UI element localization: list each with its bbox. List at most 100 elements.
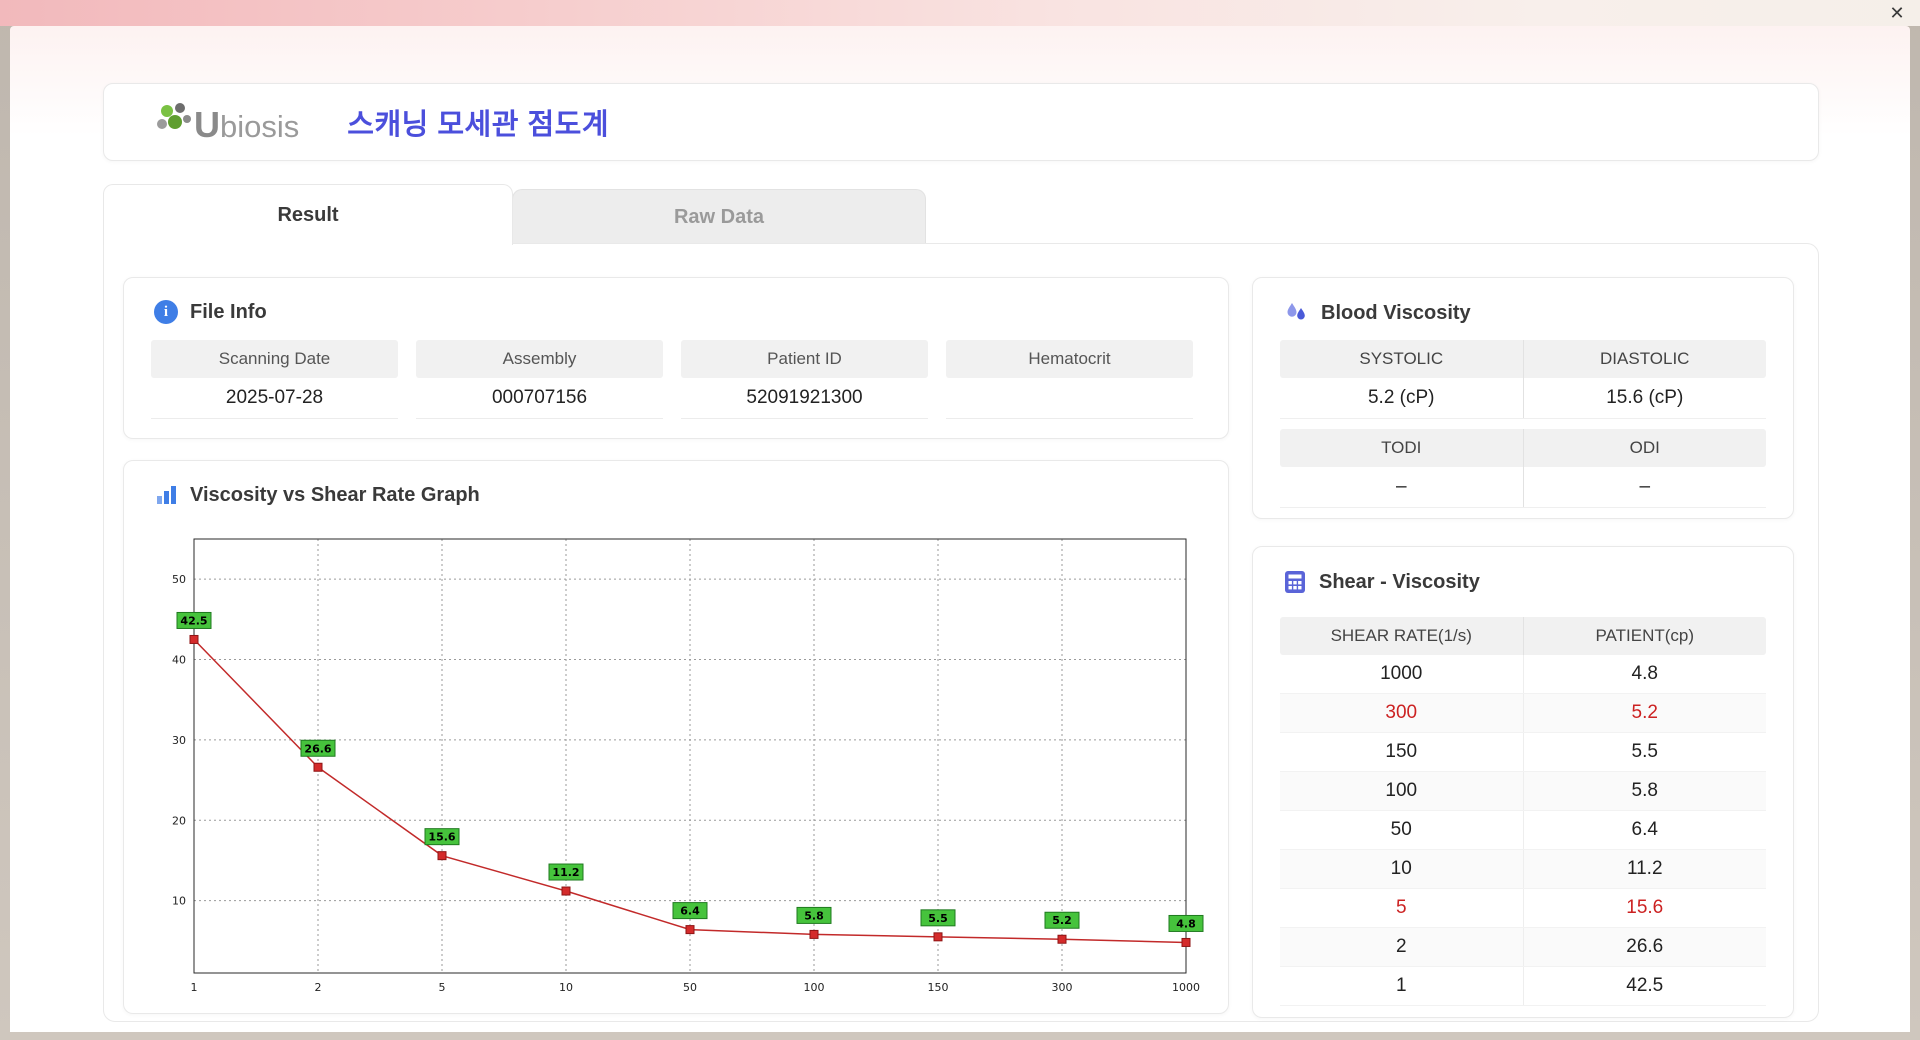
table-row: 10 11.2 [1280, 850, 1766, 889]
graph-title: Viscosity vs Shear Rate Graph [190, 483, 480, 506]
field-value: 000707156 [416, 378, 663, 419]
field-label: Assembly [416, 340, 663, 378]
bv-header-row: TODI ODI [1280, 429, 1766, 467]
svg-text:150: 150 [928, 981, 949, 994]
tab-result[interactable]: Result [103, 184, 513, 245]
cell-patient: 5.8 [1631, 780, 1658, 801]
field-patient-id: Patient ID 52091921300 [681, 340, 928, 419]
viscosity-graph-card: Viscosity vs Shear Rate Graph 10 20 30 40 50… [123, 460, 1229, 1014]
shear-viscosity-card: Shear - Viscosity SHEAR RATE(1/s) PATIEN… [1252, 546, 1794, 1018]
screen: ✕ Ubiosis 스캐닝 모세관 점도계 Result Raw Data i … [0, 0, 1920, 1040]
blood-viscosity-title: Blood Viscosity [1321, 301, 1471, 324]
content-card: i File Info Scanning Date 2025-07-28 Ass… [103, 243, 1819, 1022]
file-info-title: File Info [190, 300, 267, 323]
cell-patient: 6.4 [1631, 819, 1658, 840]
blood-viscosity-title-row: Blood Viscosity [1283, 300, 1471, 326]
bv-value-diastolic: 15.6 (cP) [1606, 387, 1684, 408]
svg-text:300: 300 [1052, 981, 1073, 994]
bv-value-odi: – [1639, 476, 1651, 497]
table-row: 150 5.5 [1280, 733, 1766, 772]
blood-viscosity-grid: SYSTOLIC DIASTOLIC 5.2 (cP) 15.6 (cP) TO… [1280, 340, 1766, 508]
field-value [946, 378, 1193, 419]
table-row: 5 15.6 [1280, 889, 1766, 928]
file-info-title-row: i File Info [154, 300, 267, 324]
svg-text:40: 40 [172, 654, 186, 667]
svg-text:4.8: 4.8 [1176, 917, 1196, 930]
svg-text:26.6: 26.6 [304, 742, 331, 755]
svg-text:5.5: 5.5 [928, 912, 948, 925]
cell-shear: 150 [1280, 733, 1524, 771]
table-row: 2 26.6 [1280, 928, 1766, 967]
cell-patient: 15.6 [1626, 897, 1664, 918]
bv-header-diastolic: DIASTOLIC [1600, 349, 1690, 368]
table-row: 1000 4.8 [1280, 655, 1766, 694]
field-label: Scanning Date [151, 340, 398, 378]
svg-text:50: 50 [683, 981, 697, 994]
bv-value-row: – – [1280, 467, 1766, 508]
info-icon: i [154, 300, 178, 324]
browser-top-strip: ✕ [0, 0, 1920, 26]
cell-patient: 26.6 [1626, 936, 1664, 957]
cell-shear: 10 [1280, 850, 1524, 888]
field-label: Hematocrit [946, 340, 1193, 378]
cell-shear: 1000 [1280, 655, 1524, 693]
graph-title-row: Viscosity vs Shear Rate Graph [154, 483, 480, 507]
svg-text:10: 10 [172, 895, 186, 908]
field-value: 52091921300 [681, 378, 928, 419]
header-card: Ubiosis 스캐닝 모세관 점도계 [103, 83, 1819, 161]
cell-shear: 300 [1280, 694, 1524, 732]
cell-shear: 2 [1280, 928, 1524, 966]
logo-dots-icon [157, 103, 191, 129]
field-value: 2025-07-28 [151, 378, 398, 419]
table-row: 1 42.5 [1280, 967, 1766, 1006]
cell-patient: 5.2 [1631, 702, 1658, 723]
bv-value-systolic: 5.2 (cP) [1280, 378, 1524, 418]
logo-text-initial: U [194, 104, 220, 145]
field-hematocrit: Hematocrit [946, 340, 1193, 419]
svg-text:10: 10 [559, 981, 573, 994]
blood-viscosity-card: Blood Viscosity SYSTOLIC DIASTOLIC 5.2 (… [1252, 277, 1794, 519]
svg-text:5: 5 [439, 981, 446, 994]
svg-text:30: 30 [172, 734, 186, 747]
table-icon [1285, 571, 1305, 593]
table-row: 50 6.4 [1280, 811, 1766, 850]
bv-header-todi: TODI [1280, 429, 1524, 467]
logo-text-rest: biosis [220, 108, 300, 144]
page-title: 스캐닝 모세관 점도계 [347, 109, 610, 141]
cell-patient: 5.5 [1631, 741, 1658, 762]
tab-raw-data[interactable]: Raw Data [512, 189, 926, 244]
file-info-fields: Scanning Date 2025-07-28 Assembly 000707… [151, 340, 1193, 419]
cell-shear: 100 [1280, 772, 1524, 810]
svg-text:15.6: 15.6 [428, 831, 455, 844]
shear-viscosity-title: Shear - Viscosity [1319, 570, 1480, 593]
svg-text:5.2: 5.2 [1052, 914, 1072, 927]
viscosity-chart: 10 20 30 40 50 1 2 5 10 50 100 150 300 1000 42.5 26.6 15… [172, 538, 1204, 994]
table-header-row: SHEAR RATE(1/s) PATIENT(cp) [1280, 617, 1766, 655]
bar-chart-icon [157, 486, 176, 504]
svg-text:11.2: 11.2 [552, 866, 579, 879]
droplet-icon [1287, 303, 1305, 320]
bv-header-row: SYSTOLIC DIASTOLIC [1280, 340, 1766, 378]
shear-viscosity-table: SHEAR RATE(1/s) PATIENT(cp) 1000 4.8 300… [1280, 617, 1766, 1006]
bv-value-row: 5.2 (cP) 15.6 (cP) [1280, 378, 1766, 419]
app-window: Ubiosis 스캐닝 모세관 점도계 Result Raw Data i Fi… [10, 26, 1910, 1032]
ubiosis-logo: Ubiosis [154, 101, 299, 143]
svg-text:1: 1 [191, 981, 198, 994]
field-assembly: Assembly 000707156 [416, 340, 663, 419]
cell-patient: 4.8 [1631, 663, 1658, 684]
svg-text:6.4: 6.4 [680, 905, 700, 918]
col-shear-rate: SHEAR RATE(1/s) [1280, 617, 1524, 655]
svg-text:100: 100 [804, 981, 825, 994]
svg-text:1000: 1000 [1172, 981, 1200, 994]
bv-header-odi: ODI [1629, 438, 1660, 457]
svg-text:50: 50 [172, 573, 186, 586]
svg-text:5.8: 5.8 [804, 909, 824, 922]
table-row: 300 5.2 [1280, 694, 1766, 733]
close-icon[interactable]: ✕ [1886, 2, 1908, 24]
svg-text:20: 20 [172, 814, 186, 827]
field-label: Patient ID [681, 340, 928, 378]
bv-header-systolic: SYSTOLIC [1280, 340, 1524, 378]
cell-shear: 50 [1280, 811, 1524, 849]
file-info-card: i File Info Scanning Date 2025-07-28 Ass… [123, 277, 1229, 439]
svg-text:2: 2 [315, 981, 322, 994]
